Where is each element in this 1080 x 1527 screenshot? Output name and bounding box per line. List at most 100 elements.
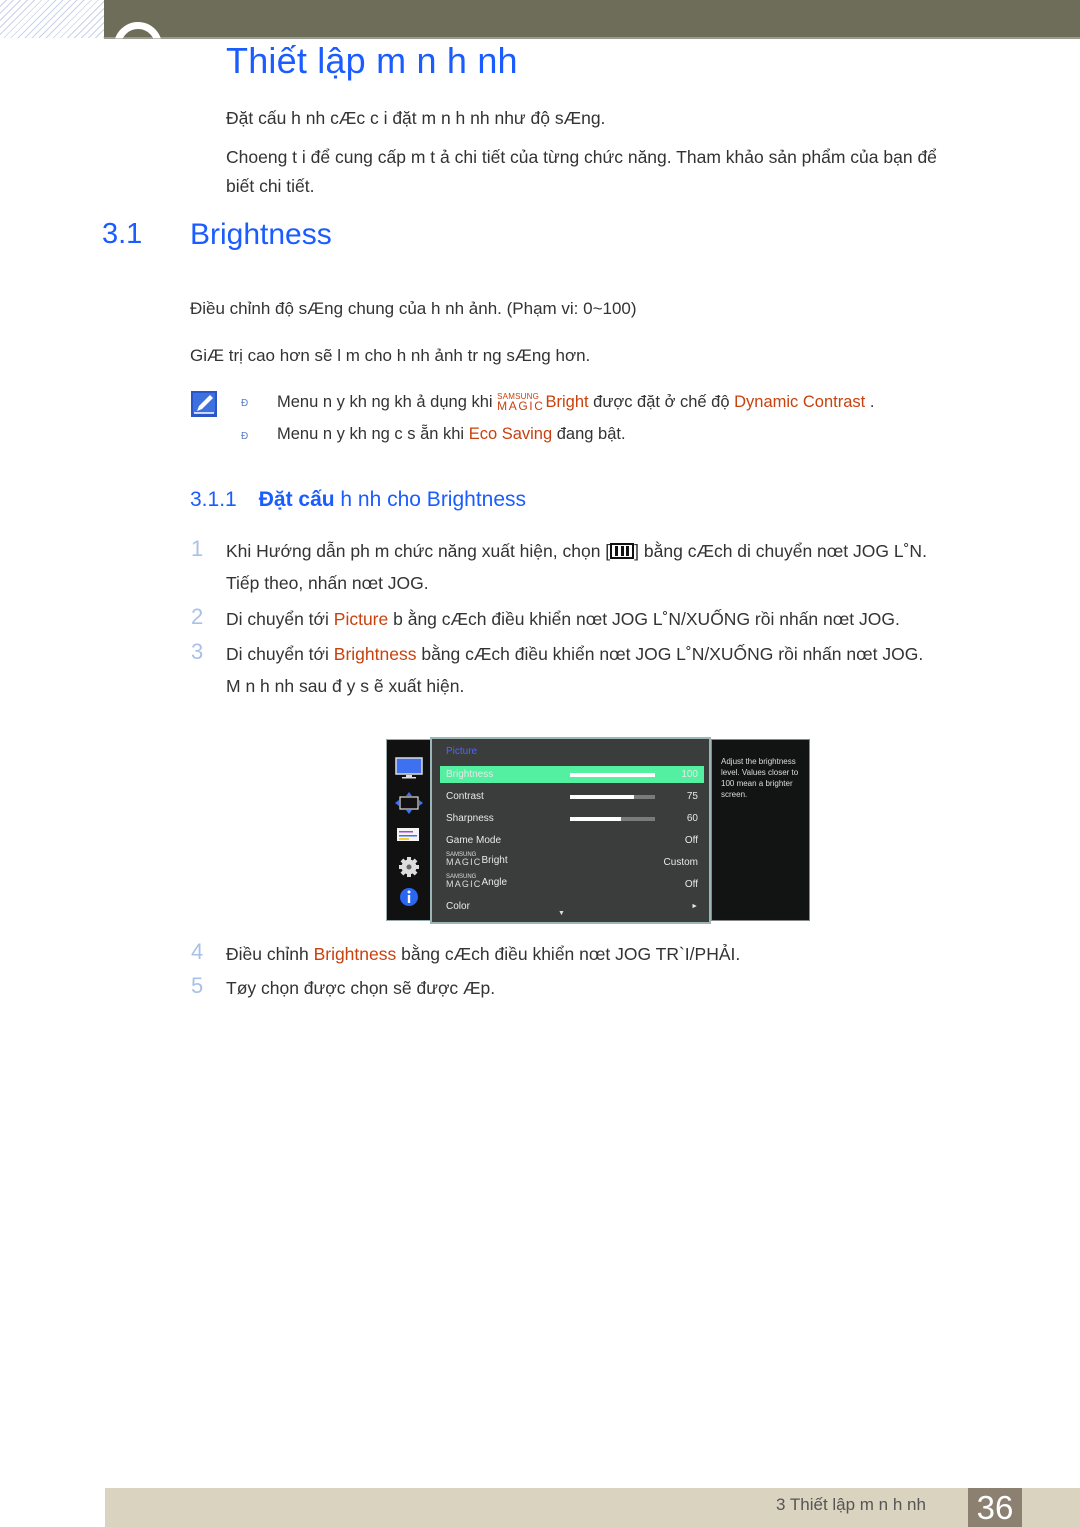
gear-icon — [399, 857, 419, 877]
step-number: 3 — [191, 639, 204, 664]
note-2: Menu n y kh ng c s ẵn khi Eco Saving đan… — [277, 420, 626, 449]
osd-row-value: Custom — [663, 857, 698, 868]
header-hatch — [0, 0, 104, 38]
step-number: 2 — [191, 604, 204, 629]
osd-side-menu — [386, 739, 431, 921]
osd-row-color[interactable]: Color ► — [440, 898, 704, 915]
subsection-title-bold: Đặt cấu — [258, 488, 335, 511]
osd-slider-fill — [570, 817, 621, 821]
note-pencil-icon — [191, 391, 217, 417]
intro-line-1: Đặt cấu h nh cÆc c i đặt m n h nh như độ… — [226, 108, 606, 128]
chapter-title: Thiết lập m n h nh — [226, 40, 518, 81]
step-3-line-2: M n h nh sau đ y s ẽ xuất hiện. — [226, 676, 465, 696]
step-3-highlight: Brightness — [333, 644, 417, 664]
chapter-header-bar — [104, 0, 1080, 39]
step-4-highlight: Brightness — [313, 944, 397, 964]
osd-row-label: SAMSUNG MAGIC Angle — [446, 874, 507, 889]
step-1-line-2: Tiếp theo, nhấn nœt JOG. — [226, 573, 429, 593]
step-5: Tøy chọn được chọn sẽ được Æp. — [226, 978, 496, 998]
osd-slider[interactable] — [570, 817, 655, 821]
step-1-text: Khi Hướng dẫn ph m chức năng xuất hiện, … — [226, 541, 611, 561]
step-2-text: Di chuyển tới — [226, 609, 334, 629]
section-title: Brightness — [190, 218, 332, 251]
osd-row-angle[interactable]: SAMSUNG MAGIC Angle Off — [440, 874, 704, 893]
footer-chapter-label: 3 Thiết lập m n h nh — [776, 1495, 926, 1514]
note-1-highlight-bright: Bright — [545, 393, 589, 411]
osd-row-label-text: Bright — [481, 855, 508, 866]
chapter-number-badge — [114, 22, 162, 39]
step-number: 1 — [191, 536, 204, 561]
osd-row-game-mode[interactable]: Game Mode Off — [440, 832, 704, 849]
osd-row-value: 75 — [686, 791, 698, 802]
step-2-text-end: b ằng cÆch điều khiển nœt JOG L˚N/XUỐNG … — [388, 609, 900, 629]
menu-settings-icon — [397, 828, 419, 841]
monitor-icon — [395, 757, 423, 779]
step-3-text: Di chuyển tới — [226, 644, 334, 664]
osd-help-panel: Adjust the brightness level. Values clos… — [711, 739, 810, 921]
scroll-down-icon: ▼ — [558, 910, 565, 917]
note-1-text-mid: được đặt ở chế độ — [588, 393, 735, 411]
osd-row-label: Game Mode — [446, 835, 501, 846]
osd-row-value: Off — [684, 879, 698, 890]
intro-line-3: biết chi tiết. — [226, 176, 315, 196]
osd-row-brightness[interactable]: Brightness 100 — [440, 766, 704, 783]
magic-logo-big: MAGIC — [446, 879, 482, 889]
step-3-text-end: bằng cÆch điều khiển nœt JOG L˚N/XUỐNG r… — [416, 644, 924, 664]
intro-line-2: Choeng t i để cung cấp m t ả chi tiết củ… — [226, 147, 937, 167]
step-1: Khi Hướng dẫn ph m chức năng xuất hiện, … — [226, 537, 927, 566]
osd-row-label-text: Contrast — [446, 791, 484, 802]
magic-logo-big: MAGIC — [497, 399, 545, 413]
osd-row-label-text: Sharpness — [446, 813, 494, 824]
section-description: Điều chỉnh độ sÆng chung của h nh ảnh. (… — [190, 299, 637, 318]
step-3: Di chuyển tới Brightness bằng cÆch điều … — [226, 640, 923, 669]
note-2-text-end: đang bật. — [552, 425, 626, 443]
magic-logo: SAMSUNG MAGIC — [446, 874, 482, 889]
osd-row-label-text: Game Mode — [446, 835, 502, 846]
osd-row-value: ► — [691, 903, 698, 910]
osd-row-sharpness[interactable]: Sharpness 60 — [440, 810, 704, 827]
info-icon — [400, 888, 418, 906]
note-1-text: Menu n y kh ng kh ả dụng khi — [277, 393, 498, 411]
subsection-title: 3.1.1 Đặt cấu h nh cho Brightness — [190, 488, 526, 512]
osd-picture-menu: Picture Brightness 100 Contrast 75 Sharpness… — [430, 737, 711, 924]
osd-row-value: Off — [684, 835, 698, 846]
note-1-highlight-dynamic-contrast: Dynamic Contrast — [734, 393, 866, 411]
size-position-icon — [395, 792, 423, 814]
step-number: 4 — [191, 939, 204, 964]
note-1-text-end: . — [865, 393, 875, 411]
osd-row-label: SAMSUNG MAGIC Bright — [446, 852, 508, 867]
subsection-title-rest: h nh cho Brightness — [334, 488, 527, 511]
note-2-text: Menu n y kh ng c s ẵn khi — [277, 425, 469, 443]
osd-slider-fill — [570, 773, 655, 777]
page-footer — [105, 1488, 1080, 1527]
subsection-number: 3.1.1 — [190, 488, 237, 511]
osd-row-label-text: Color — [446, 901, 470, 912]
step-4-text-end: bằng cÆch điều khiển nœt JOG TR`I/PHẢI. — [396, 944, 741, 964]
magic-logo: SAMSUNG MAGIC — [497, 393, 545, 413]
step-number: 5 — [191, 973, 204, 998]
osd-row-label: Contrast — [446, 791, 484, 802]
osd-row-value: 100 — [681, 769, 698, 780]
osd-row-label: Brightness — [446, 769, 493, 780]
step-4-text: Điều chỉnh — [226, 944, 314, 964]
osd-row-label: Sharpness — [446, 813, 494, 824]
menu-icon — [610, 543, 635, 559]
section-number: 3.1 — [102, 218, 143, 250]
step-1-text-end: ] bằng cÆch di chuyển nœt JOG L˚N. — [634, 541, 927, 561]
osd-row-label: Color — [446, 901, 470, 912]
page-number: 36 — [968, 1488, 1022, 1527]
osd-row-bright[interactable]: SAMSUNG MAGIC Bright Custom — [440, 852, 704, 871]
note-bullet: Đ — [241, 398, 249, 409]
step-2: Di chuyển tới Picture b ằng cÆch điều kh… — [226, 605, 900, 634]
osd-menu-title: Picture — [446, 746, 478, 757]
osd-slider[interactable] — [570, 773, 655, 777]
note-bullet: Đ — [241, 431, 249, 442]
magic-logo-big: MAGIC — [446, 857, 482, 867]
magic-logo: SAMSUNG MAGIC — [446, 852, 482, 867]
note-2-highlight-eco-saving: Eco Saving — [468, 425, 553, 443]
osd-row-contrast[interactable]: Contrast 75 — [440, 788, 704, 805]
section-description-2: GiÆ trị cao hơn sẽ l m cho h nh ảnh tr n… — [190, 346, 591, 365]
osd-row-value: 60 — [686, 813, 698, 824]
osd-slider[interactable] — [570, 795, 655, 799]
osd-slider-fill — [570, 795, 634, 799]
